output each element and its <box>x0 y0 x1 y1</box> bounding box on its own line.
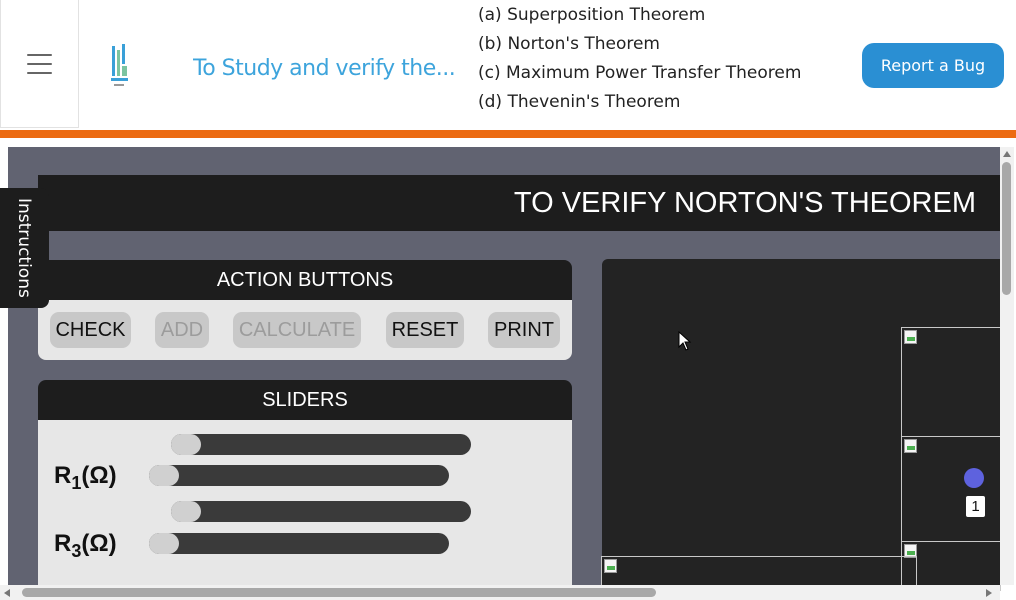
r3-slider-handle[interactable] <box>149 533 179 554</box>
simulation-title-bar: TO VERIFY NORTON'S THEOREM <box>38 175 1000 231</box>
sliders-heading: SLIDERS <box>38 380 572 420</box>
print-button[interactable]: PRINT <box>488 312 560 348</box>
broken-image-icon <box>901 436 1001 542</box>
check-button[interactable]: CHECK <box>50 312 131 348</box>
report-bug-button[interactable]: Report a Bug <box>862 43 1004 88</box>
experiment-item[interactable]: (b) Norton's Theorem <box>478 32 801 61</box>
horizontal-scroll-thumb[interactable] <box>22 588 656 597</box>
horizontal-scrollbar[interactable] <box>0 585 1000 600</box>
reset-button[interactable]: RESET <box>386 312 464 348</box>
sliders-panel: R1(Ω) R3(Ω) <box>38 420 572 585</box>
calculate-button[interactable]: CALCULATE <box>233 312 361 348</box>
action-buttons-panel: CHECK ADD CALCULATE RESET PRINT <box>38 300 572 360</box>
broken-image-icon <box>901 327 1001 437</box>
slider-handle[interactable] <box>171 434 201 455</box>
scroll-left-arrow-icon[interactable] <box>3 588 11 598</box>
logo-icon <box>111 44 128 86</box>
menu-button[interactable] <box>0 0 79 128</box>
scroll-right-arrow-icon[interactable] <box>985 588 993 598</box>
header: To Study and verify the... (a) Superposi… <box>0 0 1016 130</box>
action-buttons-heading: ACTION BUTTONS <box>38 260 572 300</box>
app-title: To Study and verify the... <box>193 56 456 81</box>
scroll-up-arrow-icon[interactable] <box>1002 150 1012 158</box>
vertical-scroll-thumb[interactable] <box>1002 162 1011 295</box>
experiment-item[interactable]: (a) Superposition Theorem <box>478 3 801 32</box>
slider-track[interactable] <box>171 434 471 455</box>
r1-label: R1(Ω) <box>54 462 117 493</box>
circuit-node[interactable] <box>964 468 984 488</box>
header-divider <box>0 130 1016 138</box>
hamburger-menu-icon <box>27 53 52 74</box>
slider-track[interactable] <box>171 501 471 522</box>
r1-slider[interactable] <box>149 465 449 486</box>
add-button[interactable]: ADD <box>155 312 209 348</box>
experiment-item[interactable]: (d) Thevenin's Theorem <box>478 90 801 119</box>
instructions-label: Instructions <box>14 198 34 298</box>
simulation-frame: TO VERIFY NORTON'S THEOREM ACTION BUTTON… <box>0 138 1016 600</box>
slider-handle[interactable] <box>171 501 201 522</box>
mouse-cursor-icon <box>678 331 692 351</box>
vertical-scrollbar[interactable] <box>1000 147 1014 585</box>
experiment-item[interactable]: (c) Maximum Power Transfer Theorem <box>478 61 801 90</box>
instructions-tab[interactable]: Instructions <box>0 188 49 308</box>
node-label: 1 <box>966 496 985 517</box>
r3-label: R3(Ω) <box>54 530 117 561</box>
simulation-area: TO VERIFY NORTON'S THEOREM ACTION BUTTON… <box>8 147 1000 585</box>
r3-slider[interactable] <box>149 533 449 554</box>
experiment-list: (a) Superposition Theorem (b) Norton's T… <box>478 3 801 119</box>
r1-slider-handle[interactable] <box>149 465 179 486</box>
simulation-title: TO VERIFY NORTON'S THEOREM <box>513 187 976 219</box>
